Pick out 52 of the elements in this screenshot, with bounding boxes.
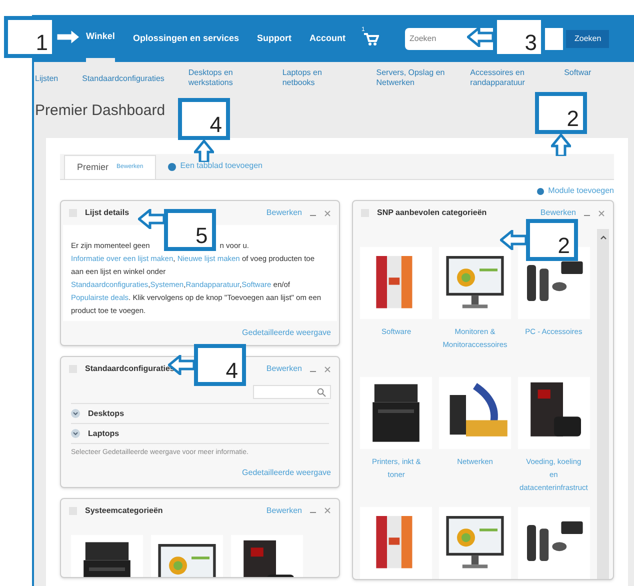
page-title: Premier Dashboard <box>34 101 166 121</box>
callout-label: 4 <box>178 98 230 140</box>
subnav-link[interactable]: Servers, Opslag en Netwerken <box>376 68 446 88</box>
tab-label: Premier <box>77 160 109 174</box>
minimize-icon[interactable] <box>310 370 316 372</box>
detail-link[interactable]: Gedetailleerde weergave <box>242 466 331 478</box>
callout-arrow <box>467 27 493 47</box>
add-icon[interactable] <box>537 188 544 194</box>
search-icon <box>317 388 326 396</box>
close-icon[interactable] <box>324 507 331 514</box>
scroll-up-icon[interactable] <box>600 235 606 240</box>
subnav-link[interactable]: Laptops en netbooks <box>282 68 352 88</box>
callout-arrow <box>138 209 164 229</box>
accordion-item[interactable]: Laptops <box>71 423 329 443</box>
edit-link[interactable]: Bewerken <box>540 207 576 219</box>
cart-icon[interactable] <box>363 32 380 46</box>
nav-tab[interactable]: Account <box>309 15 346 62</box>
subnav-link[interactable]: Desktops en werkstations <box>188 68 258 88</box>
module-search-field[interactable] <box>253 385 331 399</box>
subnav-link[interactable]: Lijsten <box>35 74 58 84</box>
minimize-icon[interactable] <box>584 214 590 216</box>
minimize-icon[interactable] <box>310 214 316 216</box>
callout-label: 5 <box>164 209 216 251</box>
close-icon[interactable] <box>598 210 605 216</box>
panel-title: Lijst details <box>85 207 130 219</box>
nav-tab[interactable]: Winkel <box>86 15 115 62</box>
edit-link[interactable]: Bewerken <box>266 504 302 516</box>
subnav-link[interactable]: Softwar <box>564 68 634 78</box>
accordion-label: Desktops <box>88 408 124 420</box>
panel-title: Standaardconfiguraties <box>85 363 174 375</box>
add-icon[interactable] <box>168 163 176 171</box>
edit-link[interactable]: Bewerken <box>266 363 302 375</box>
edit-link[interactable]: Bewerken <box>266 207 302 219</box>
search-button[interactable]: Zoeken <box>566 30 610 48</box>
callout-arrow <box>500 230 526 250</box>
nav-tab[interactable]: Support <box>256 15 292 62</box>
panel-title: SNP aanbevolen categorieën <box>377 207 487 219</box>
subnav-link[interactable]: Standaardconfiguraties <box>82 74 164 84</box>
accordion-label: Laptops <box>88 428 120 440</box>
detail-link[interactable]: Gedetailleerde weergave <box>242 327 331 339</box>
callout-label: 2 <box>535 92 587 134</box>
callout-label: 2 <box>526 219 578 261</box>
add-module-link[interactable]: Module toevoegen <box>548 185 614 197</box>
add-tab-link[interactable]: Een tabblad toevoegen <box>180 160 262 172</box>
callout-label: 4 <box>194 344 246 386</box>
panel-title: Systeemcategorieën <box>85 504 163 516</box>
nav-tab[interactable]: Oplossingen en services <box>132 15 239 62</box>
accordion-item[interactable]: Desktops <box>71 403 329 423</box>
subnav-link[interactable]: Accessoires en randapparatuur <box>470 68 540 88</box>
scrollbar[interactable] <box>597 229 609 579</box>
close-icon[interactable] <box>324 210 331 216</box>
close-icon[interactable] <box>324 366 331 372</box>
